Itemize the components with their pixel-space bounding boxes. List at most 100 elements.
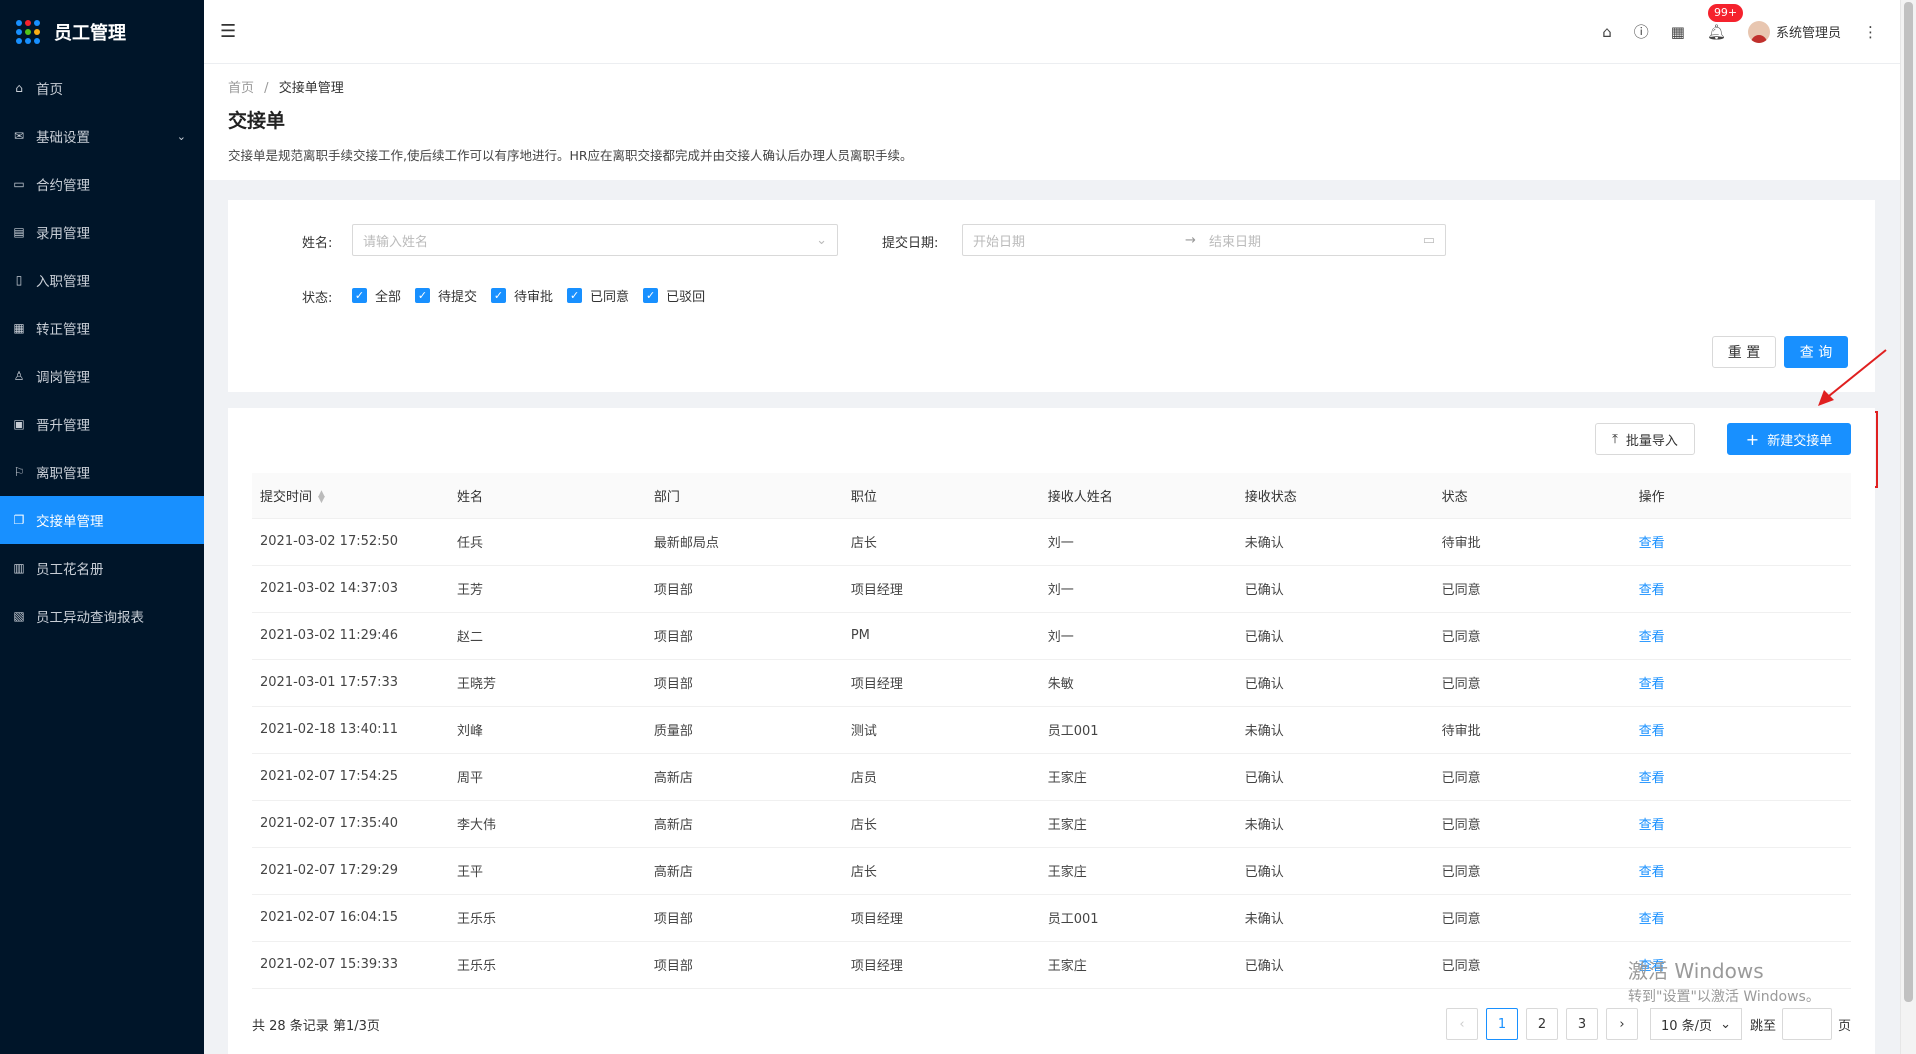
batch-import-button[interactable]: ⤒ 批量导入 (1595, 423, 1695, 455)
view-link[interactable]: 查看 (1639, 583, 1665, 598)
sidebar-item-0[interactable]: ⌂ 首页 (0, 64, 204, 112)
sidebar-item-7[interactable]: ▣ 晋升管理 (0, 400, 204, 448)
table-row: 2021-03-02 11:29:46 赵二 项目部 PM 刘一 已确认 已同意 查看 (252, 612, 1851, 660)
sidebar-item-9[interactable]: ❐ 交接单管理 (0, 496, 204, 544)
menu-fold-icon[interactable]: ☰ (220, 21, 236, 42)
date-label: 提交日期: (882, 236, 939, 251)
top-bar: ☰ ⌂ ⓘ ▦ 🔔︎ 99+ 系统管理员 ⋮ (204, 0, 1900, 64)
view-link[interactable]: 查看 (1639, 677, 1665, 692)
cell-value: 店员 (850, 771, 877, 786)
sidebar-item-label: 转正管理 (36, 322, 90, 338)
avatar (1747, 20, 1770, 43)
sidebar-item-10[interactable]: ▥ 员工花名册 (0, 544, 204, 592)
cell-value: 已同意 (1441, 583, 1481, 598)
status-checkbox[interactable]: ✓ 全部 (352, 286, 401, 305)
cell-value: 项目部 (653, 912, 693, 927)
sidebar-item-3[interactable]: ▤ 录用管理 (0, 208, 204, 256)
chevron-down-icon: ⌄ (1720, 1016, 1731, 1032)
status-checkbox[interactable]: ✓ 待提交 (415, 286, 477, 305)
bell-icon[interactable]: 🔔︎ 99+ (1707, 3, 1744, 41)
checkbox-checked-icon[interactable]: ✓ (643, 288, 659, 303)
home-icon[interactable]: ⌂ (1602, 23, 1612, 41)
column-header[interactable]: 提交时间 ▲ ▼ (252, 473, 449, 519)
cell-value: 未确认 (1244, 536, 1284, 551)
create-handover-button[interactable]: + 新建交接单 (1727, 423, 1851, 455)
status-checkbox[interactable]: ✓ 已同意 (567, 286, 629, 305)
status-checkbox[interactable]: ✓ 待审批 (491, 286, 553, 305)
date-range-picker[interactable]: 开始日期 → 结束日期 ▭ (962, 224, 1446, 256)
page-number[interactable]: 1 (1486, 1008, 1518, 1040)
cell-value: 2021-03-01 17:57:33 (260, 675, 399, 690)
table-cell: 王芳 (448, 565, 646, 613)
view-link[interactable]: 查看 (1639, 865, 1665, 880)
view-link[interactable]: 查看 (1639, 912, 1665, 927)
table-cell: 未确认 (1236, 518, 1434, 566)
windows-activation-watermark: 激活 Windows 转到"设置"以激活 Windows。 (1628, 955, 1820, 1006)
checkbox-checked-icon[interactable]: ✓ (491, 288, 507, 303)
jump-page-input[interactable] (1781, 1008, 1832, 1040)
prev-page-icon[interactable]: ‹ (1446, 1008, 1478, 1040)
page-size-select[interactable]: 10 条/页 ⌄ (1650, 1008, 1742, 1040)
table-cell: 刘一 (1039, 612, 1237, 660)
cell-value: 刘一 (1047, 630, 1074, 645)
sidebar-item-1[interactable]: ✉ 基础设置 ⌄ (0, 112, 204, 160)
cell-value: 未确认 (1244, 724, 1284, 739)
start-date-input[interactable]: 开始日期 (973, 231, 1185, 250)
page-scrollbar[interactable] (1900, 0, 1916, 1054)
sort-icon[interactable]: ▲ ▼ (318, 490, 325, 505)
sidebar-item-2[interactable]: ▭ 合约管理 (0, 160, 204, 208)
breadcrumb-home[interactable]: 首页 (228, 81, 254, 96)
table-cell: 待审批 (1433, 706, 1631, 754)
sidebar-item-6[interactable]: ♙ 调岗管理 (0, 352, 204, 400)
sidebar-item-11[interactable]: ▧ 员工异动查询报表 (0, 592, 204, 640)
cell-value: 赵二 (456, 630, 483, 645)
column-header: 状态 (1433, 473, 1631, 519)
table-cell: 查看 (1630, 659, 1851, 707)
table-cell: 已同意 (1433, 753, 1631, 801)
table-cell: 未确认 (1236, 706, 1434, 754)
calendar-icon: ▭ (13, 177, 25, 191)
cell-value: 已同意 (1441, 865, 1481, 880)
plus-icon: + (1745, 429, 1760, 449)
sidebar-item-label: 员工异动查询报表 (36, 610, 144, 626)
sidebar-item-4[interactable]: ▯ 入职管理 (0, 256, 204, 304)
page-unit-label: 页 (1837, 1018, 1851, 1034)
name-select[interactable]: 请输入姓名 ⌄ (352, 224, 838, 256)
status-checkbox[interactable]: ✓ 已驳回 (643, 286, 705, 305)
cell-value: 店长 (850, 536, 877, 551)
sidebar-item-label: 合约管理 (36, 178, 90, 194)
sidebar-item-8[interactable]: ⚐ 离职管理 (0, 448, 204, 496)
table-cell: 王家庄 (1039, 800, 1237, 848)
apps-grid-icon (16, 20, 40, 44)
page-size-value: 10 条/页 (1661, 1018, 1713, 1034)
view-link[interactable]: 查看 (1639, 630, 1665, 645)
reset-button[interactable]: 重 置 (1712, 336, 1776, 368)
checkbox-checked-icon[interactable]: ✓ (415, 288, 431, 303)
apps-icon[interactable]: ▦ (1671, 23, 1685, 41)
view-link[interactable]: 查看 (1639, 536, 1665, 551)
cell-value: 刘峰 (456, 724, 483, 739)
scrollbar-thumb[interactable] (1904, 2, 1913, 1002)
end-date-input[interactable]: 结束日期 (1209, 231, 1423, 250)
table-row: 2021-02-18 13:40:11 刘峰 质量部 测试 员工001 未确认 待审批 查看 (252, 706, 1851, 754)
column-header-label: 接收状态 (1244, 489, 1297, 505)
table-cell: 店长 (842, 847, 1040, 895)
user-menu[interactable]: 系统管理员 (1747, 20, 1841, 43)
view-link[interactable]: 查看 (1639, 818, 1665, 833)
status-label: 状态: (302, 291, 333, 306)
view-link[interactable]: 查看 (1639, 724, 1665, 739)
checkbox-checked-icon[interactable]: ✓ (352, 288, 367, 303)
sidebar-item-label: 交接单管理 (36, 514, 104, 530)
more-vertical-icon[interactable]: ⋮ (1863, 23, 1878, 41)
app-logo[interactable]: 员工管理 (0, 0, 204, 64)
page-number[interactable]: 2 (1526, 1008, 1558, 1040)
help-icon[interactable]: ⓘ (1634, 21, 1649, 42)
cell-value: 员工001 (1047, 912, 1099, 927)
next-page-icon[interactable]: › (1606, 1008, 1638, 1040)
page-number[interactable]: 3 (1566, 1008, 1598, 1040)
view-link[interactable]: 查看 (1639, 771, 1665, 786)
sidebar-item-5[interactable]: ▦ 转正管理 (0, 304, 204, 352)
calendar-icon: ▭ (1422, 232, 1435, 248)
checkbox-checked-icon[interactable]: ✓ (567, 288, 583, 303)
table-cell: 王平 (448, 847, 646, 895)
